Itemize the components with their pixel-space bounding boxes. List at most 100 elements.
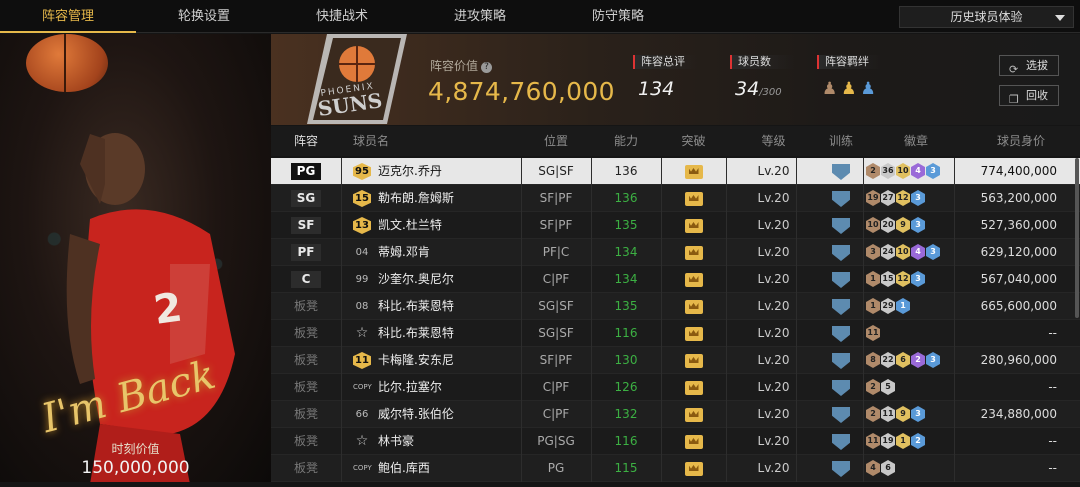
training-cell[interactable] xyxy=(811,347,871,374)
badge-icon: 1 xyxy=(866,298,880,314)
breakthrough-cell[interactable] xyxy=(661,374,726,401)
column-divider xyxy=(341,239,342,266)
training-cell[interactable] xyxy=(811,455,871,482)
table-row[interactable]: 板凳 11 卡梅隆.安东尼 SF|PF 130 Lv.20 8 22 6 2 3 280,960,00… xyxy=(271,347,1080,374)
breakthrough-cell[interactable] xyxy=(661,347,726,374)
col-badges[interactable]: 徽章 xyxy=(871,126,961,156)
tab-defense-strategy[interactable]: 防守策略 xyxy=(550,0,686,33)
breakthrough-cell[interactable] xyxy=(661,293,726,320)
lineup-slot[interactable]: 板凳 xyxy=(271,293,341,320)
player-ability: 134 xyxy=(614,245,638,259)
badge-icon: 6 xyxy=(896,352,910,368)
tab-offense-strategy[interactable]: 进攻策略 xyxy=(412,0,548,33)
player-name: 沙奎尔.奥尼尔 xyxy=(378,272,454,286)
slot-label: SG xyxy=(291,190,321,207)
col-name[interactable]: 球员名 xyxy=(341,126,401,156)
column-divider xyxy=(863,374,864,401)
breakthrough-cell[interactable] xyxy=(661,428,726,455)
table-row[interactable]: 板凳 COPY 比尔.拉塞尔 C|PF 126 Lv.20 2 5 -- xyxy=(271,374,1080,401)
table-row[interactable]: 板凳 ☆ 林书豪 PG|SG 116 Lv.20 11 19 1 2 -- xyxy=(271,428,1080,455)
col-level[interactable]: 等级 xyxy=(726,126,821,156)
table-row[interactable]: 板凳 ☆ 科比.布莱恩特 SG|SF 116 Lv.20 11 -- xyxy=(271,320,1080,347)
player-level: Lv.20 xyxy=(757,164,790,178)
training-shield-icon xyxy=(832,407,850,423)
table-row[interactable]: C 99 沙奎尔.奥尼尔 C|PF 134 Lv.20 1 15 12 3 567,040,000 xyxy=(271,266,1080,293)
breakthrough-cell[interactable] xyxy=(661,320,726,347)
crown-icon xyxy=(684,246,703,260)
col-ability[interactable]: 能力 xyxy=(591,126,661,156)
table-row[interactable]: SF 13 凯文.杜兰特 SF|PF 135 Lv.20 10 20 9 3 527,360,000 xyxy=(271,212,1080,239)
badge-icon: 3 xyxy=(926,163,940,179)
tab-rotation-settings[interactable]: 轮换设置 xyxy=(136,0,272,33)
table-row[interactable]: PG 95 迈克尔.乔丹 SG|SF 136 Lv.20 2 36 10 4 3 774,400,00… xyxy=(271,158,1080,185)
col-position[interactable]: 位置 xyxy=(521,126,591,156)
player-level: Lv.20 xyxy=(757,191,790,205)
breakthrough-cell[interactable] xyxy=(661,239,726,266)
player-value: 774,400,000 xyxy=(980,164,1057,178)
training-cell[interactable] xyxy=(811,266,871,293)
badge-icon: 36 xyxy=(881,163,895,179)
training-cell[interactable] xyxy=(811,374,871,401)
bond-group-gold-icon: ♟ xyxy=(841,79,861,99)
column-divider xyxy=(341,401,342,428)
breakthrough-cell[interactable] xyxy=(661,266,726,293)
bond-icons[interactable]: ♟♟♟ xyxy=(817,79,881,99)
badge-icon: 9 xyxy=(896,217,910,233)
lineup-slot[interactable]: 板凳 xyxy=(271,320,341,347)
player-value: 234,880,000 xyxy=(980,407,1057,421)
col-value[interactable]: 球员身价 xyxy=(981,126,1061,156)
table-row[interactable]: 板凳 66 威尔特.张伯伦 C|PF 132 Lv.20 2 11 9 3 234,880,000 xyxy=(271,401,1080,428)
lineup-slot[interactable]: SG xyxy=(271,185,341,212)
breakthrough-cell[interactable] xyxy=(661,185,726,212)
training-cell[interactable] xyxy=(811,428,871,455)
lineup-slot[interactable]: 板凳 xyxy=(271,428,341,455)
table-row[interactable]: SG 15 勒布朗.詹姆斯 SF|PF 136 Lv.20 19 27 12 3 563,200,0… xyxy=(271,185,1080,212)
crown-icon xyxy=(684,462,703,476)
featured-player-card[interactable]: 2 I'm Back xyxy=(0,34,271,482)
breakthrough-cell[interactable] xyxy=(661,158,726,185)
crown-icon xyxy=(684,435,703,449)
badge-icon: 2 xyxy=(911,433,925,449)
slot-label: PG xyxy=(291,163,321,180)
history-player-dropdown[interactable]: 历史球员体验 xyxy=(899,6,1074,28)
slot-label: SF xyxy=(291,217,321,234)
lineup-slot[interactable]: PG xyxy=(271,158,341,185)
slot-label: 板凳 xyxy=(293,326,318,340)
table-row[interactable]: PF 04 蒂姆.邓肯 PF|C 134 Lv.20 3 24 10 4 3 629,120,000 xyxy=(271,239,1080,266)
table-row[interactable]: 板凳 08 科比.布莱恩特 SG|SF 135 Lv.20 1 29 1 665,600,000 xyxy=(271,293,1080,320)
breakthrough-cell[interactable] xyxy=(661,455,726,482)
select-button[interactable]: ⟳ 选拔 xyxy=(999,55,1059,76)
recycle-button[interactable]: ❐ 回收 xyxy=(999,85,1059,106)
table-scrollbar[interactable] xyxy=(1075,158,1079,318)
training-cell[interactable] xyxy=(811,401,871,428)
tab-quick-tactics[interactable]: 快捷战术 xyxy=(274,0,410,33)
col-lineup[interactable]: 阵容 xyxy=(271,126,341,156)
training-cell[interactable] xyxy=(811,239,871,266)
lineup-slot[interactable]: 板凳 xyxy=(271,347,341,374)
column-divider xyxy=(863,212,864,239)
lineup-slot[interactable]: 板凳 xyxy=(271,455,341,482)
lineup-slot[interactable]: SF xyxy=(271,212,341,239)
breakthrough-cell[interactable] xyxy=(661,401,726,428)
training-cell[interactable] xyxy=(811,158,871,185)
player-value: -- xyxy=(1048,434,1057,448)
lineup-slot[interactable]: 板凳 xyxy=(271,401,341,428)
training-cell[interactable] xyxy=(811,212,871,239)
col-training[interactable]: 训练 xyxy=(811,126,871,156)
help-icon[interactable]: ? xyxy=(481,62,493,73)
tab-lineup-management[interactable]: 阵容管理 xyxy=(0,0,136,33)
breakthrough-cell[interactable] xyxy=(661,212,726,239)
player-ability: 134 xyxy=(614,272,638,286)
training-cell[interactable] xyxy=(811,185,871,212)
training-cell[interactable] xyxy=(811,293,871,320)
table-row[interactable]: 板凳 COPY 鲍伯.库西 PG 115 Lv.20 4 6 -- xyxy=(271,455,1080,482)
training-cell[interactable] xyxy=(811,320,871,347)
badge-icon: 24 xyxy=(881,244,895,260)
lineup-slot[interactable]: 板凳 xyxy=(271,374,341,401)
lineup-slot[interactable]: C xyxy=(271,266,341,293)
overall-rating-value: 134 xyxy=(638,78,675,100)
player-position: SG|SF xyxy=(538,299,574,313)
crown-icon xyxy=(684,219,703,233)
col-breakthrough[interactable]: 突破 xyxy=(661,126,726,156)
lineup-slot[interactable]: PF xyxy=(271,239,341,266)
